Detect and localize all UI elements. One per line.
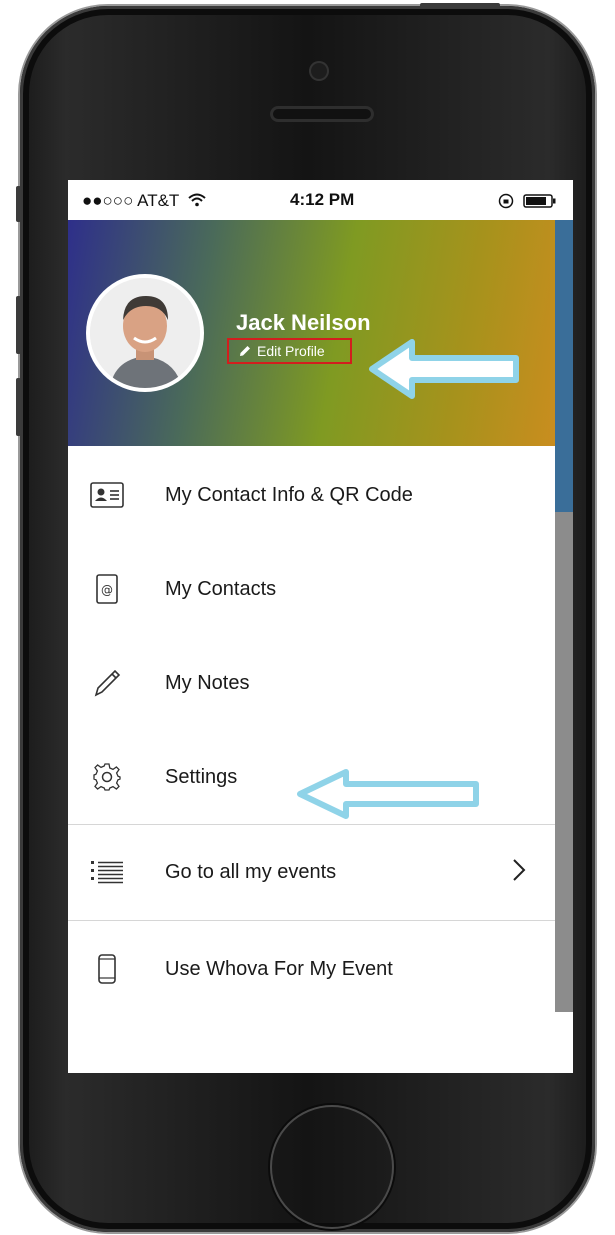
- menu-label-use-whova: Use Whova For My Event: [165, 957, 393, 980]
- menu-divider: [68, 920, 555, 921]
- menu-item-all-events[interactable]: Go to all my events: [68, 825, 555, 919]
- volume-up-button: [16, 296, 21, 354]
- svg-text:@: @: [101, 583, 113, 597]
- avatar-photo: [90, 278, 200, 388]
- menu-item-my-contacts[interactable]: @ My Contacts: [68, 542, 555, 636]
- annotation-arrow-settings: [297, 769, 479, 819]
- menu-label-my-notes: My Notes: [165, 671, 250, 694]
- list-icon: [90, 855, 124, 889]
- home-button[interactable]: [270, 1105, 394, 1229]
- phone-icon: [90, 952, 124, 986]
- carrier-group: ●●○○○ AT&T: [82, 191, 206, 211]
- chevron-right-icon: [512, 858, 526, 887]
- status-time: 4:12 PM: [290, 190, 355, 209]
- menu-item-contact-info[interactable]: My Contact Info & QR Code: [68, 448, 555, 542]
- menu-label-my-contacts: My Contacts: [165, 577, 277, 600]
- annotation-arrow-edit-profile: [369, 339, 519, 399]
- wifi-icon: [188, 193, 206, 207]
- gear-icon: [90, 760, 124, 794]
- mute-switch: [16, 186, 21, 222]
- phone-screen: ●●○○○ AT&T 4:12 PM Jack Neilson Edit Pro…: [68, 180, 573, 1073]
- contacts-book-icon: @: [90, 572, 124, 606]
- edit-profile-button[interactable]: Edit Profile: [227, 338, 352, 364]
- status-icons: [498, 191, 557, 211]
- volume-down-button: [16, 378, 21, 436]
- orientation-lock-icon: [498, 193, 514, 209]
- earpiece-speaker: [270, 106, 374, 122]
- contact-card-icon: [90, 478, 124, 512]
- menu-item-use-whova[interactable]: Use Whova For My Event: [68, 922, 555, 1016]
- menu-label-all-events: Go to all my events: [165, 860, 337, 883]
- profile-name: Jack Neilson: [236, 310, 371, 335]
- avatar[interactable]: [90, 278, 200, 388]
- profile-header: Jack Neilson Edit Profile: [68, 220, 555, 446]
- menu-item-my-notes[interactable]: My Notes: [68, 636, 555, 730]
- background-header-peek: [555, 220, 573, 512]
- edit-pencil-icon: [239, 345, 251, 357]
- edit-profile-label: Edit Profile: [257, 343, 325, 359]
- menu-label-contact-info: My Contact Info & QR Code: [165, 483, 413, 506]
- status-bar: ●●○○○ AT&T 4:12 PM: [68, 180, 573, 220]
- menu-label-settings: Settings: [165, 765, 238, 788]
- battery-icon: [522, 194, 556, 208]
- carrier-label: ●●○○○ AT&T: [82, 191, 180, 210]
- front-camera: [309, 61, 329, 81]
- power-button: [420, 3, 500, 8]
- pencil-icon: [90, 666, 124, 700]
